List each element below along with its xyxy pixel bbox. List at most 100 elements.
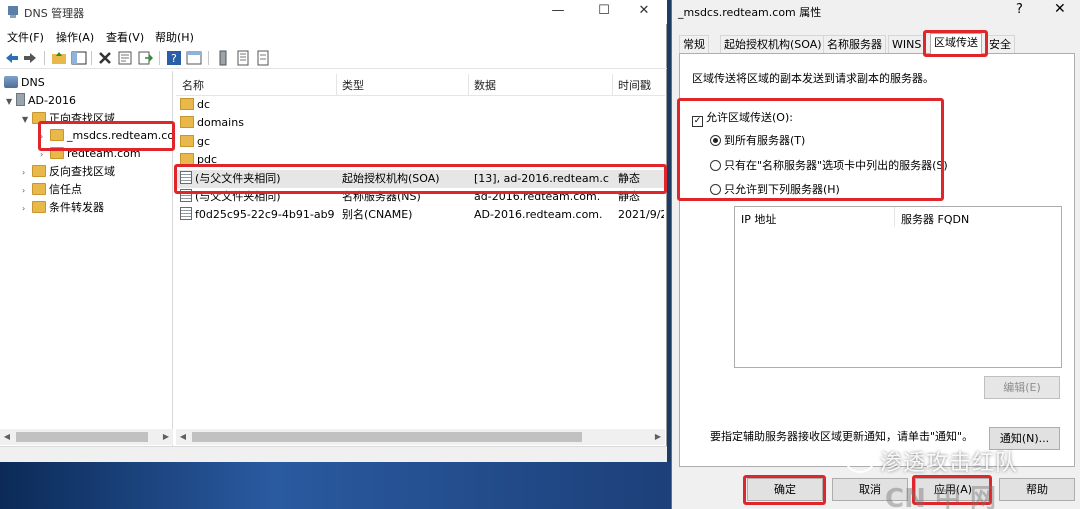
filter-icon[interactable] (255, 50, 271, 66)
column-header-ip[interactable]: IP 地址 (741, 211, 776, 227)
up-folder-icon[interactable] (51, 50, 67, 66)
tab-wins[interactable]: WINS (888, 35, 926, 53)
properties-icon[interactable] (117, 50, 133, 66)
zone-transfer-description: 区域传送将区域的副本发送到请求副本的服务器。 (692, 72, 934, 85)
tree-item-trust-points[interactable]: › 信任点 (22, 181, 82, 198)
column-header-data[interactable]: 数据 (474, 77, 496, 93)
help-icon[interactable]: ? (166, 50, 182, 66)
column-separator[interactable] (468, 74, 469, 96)
menu-help[interactable]: 帮助(H) (155, 29, 194, 45)
dns-manager-window: DNS 管理器 — ☐ ✕ 文件(F) 操作(A) 查看(V) 帮助(H) ? … (0, 0, 667, 462)
expanded-arrow-icon[interactable]: ▼ (22, 111, 32, 128)
menu-action[interactable]: 操作(A) (56, 29, 94, 45)
column-header-type[interactable]: 类型 (342, 77, 364, 93)
checkbox-checked-icon[interactable]: ✓ (692, 116, 703, 127)
tree-item-conditional-forwarders[interactable]: › 条件转发器 (22, 199, 104, 216)
export-icon[interactable] (137, 50, 153, 66)
collapsed-arrow-icon[interactable]: › (22, 182, 32, 199)
ok-button[interactable]: 确定 (747, 478, 823, 501)
scrollbar-thumb[interactable] (16, 432, 148, 442)
scrollbar-thumb[interactable] (192, 432, 582, 442)
collapsed-arrow-icon[interactable]: › (40, 146, 50, 163)
delete-icon[interactable] (97, 50, 113, 66)
dns-icon (4, 76, 18, 88)
table-row-ns[interactable]: (与父文件夹相同) 名称服务器(NS) ad-2016.redteam.com.… (176, 188, 665, 206)
help-question-icon[interactable]: ? (1016, 2, 1023, 17)
list-item-folder[interactable]: dc (176, 96, 665, 114)
scroll-left-icon[interactable]: ◀ (176, 429, 190, 445)
tree-item-dns[interactable]: DNS (4, 74, 45, 91)
tree-item-zone-redteam[interactable]: › redteam.com (40, 145, 141, 162)
server-icon (16, 93, 25, 106)
collapsed-arrow-icon[interactable]: › (22, 164, 32, 181)
radio-selected-icon[interactable] (710, 135, 721, 146)
zone-icon (50, 147, 64, 159)
menu-file[interactable]: 文件(F) (7, 29, 44, 45)
dns-app-icon (8, 6, 18, 18)
list-horizontal-scrollbar[interactable]: ◀ ▶ (176, 429, 665, 445)
radio-unselected-icon[interactable] (710, 160, 721, 171)
wechat-icon (846, 451, 874, 473)
show-tree-icon[interactable] (71, 50, 87, 66)
list-item-folder[interactable]: pdc (176, 151, 665, 169)
back-arrow-icon[interactable] (4, 50, 20, 66)
collapsed-arrow-icon[interactable]: › (40, 128, 50, 145)
tab-soa[interactable]: 起始授权机构(SOA) (720, 35, 826, 53)
tree-item-zone-msdcs[interactable]: › _msdcs.redteam.co (40, 127, 172, 145)
list-item-folder[interactable]: domains (176, 114, 665, 132)
expanded-arrow-icon[interactable]: ▼ (6, 93, 16, 110)
list-item-folder[interactable]: gc (176, 133, 665, 151)
tree-item-forward-zones[interactable]: ▼ 正向查找区域 (22, 110, 115, 127)
help-button[interactable]: 帮助 (999, 478, 1075, 501)
tab-content-zone-transfers: 区域传送将区域的副本发送到请求副本的服务器。 ✓ 允许区域传送(O): 到所有服务… (679, 53, 1075, 467)
dialog-title: _msdcs.redteam.com 属性 (678, 6, 822, 19)
column-separator[interactable] (336, 74, 337, 96)
list-header: 名称 类型 数据 时间戳 (176, 74, 665, 96)
tab-strip: 常规 起始授权机构(SOA) 名称服务器 WINS 区域传送 安全 (679, 33, 1075, 54)
column-header-fqdn[interactable]: 服务器 FQDN (901, 211, 969, 227)
list-view-icon[interactable] (235, 50, 251, 66)
table-row-cname[interactable]: f0d25c95-22c9-4b91-ab9... 别名(CNAME) AD-2… (176, 206, 665, 224)
edit-button[interactable]: 编辑(E) (984, 376, 1060, 399)
dialog-close-button[interactable]: ✕ (1054, 1, 1066, 17)
folder-icon (32, 183, 46, 195)
tab-zone-transfers[interactable]: 区域传送 (930, 33, 982, 54)
watermark-secondary: CN 中 网 (885, 484, 996, 509)
column-header-timestamp[interactable]: 时间戳 (618, 77, 651, 93)
tab-security[interactable]: 安全 (985, 35, 1015, 53)
collapsed-arrow-icon[interactable]: › (22, 200, 32, 217)
column-separator[interactable] (612, 74, 613, 96)
radio-name-servers-only[interactable]: 只有在"名称服务器"选项卡中列出的服务器(S) (710, 157, 948, 173)
table-row-soa[interactable]: (与父文件夹相同) 起始授权机构(SOA) [13], ad-2016.redt… (176, 170, 665, 188)
radio-all-servers[interactable]: 到所有服务器(T) (710, 132, 805, 148)
radio-unselected-icon[interactable] (710, 184, 721, 195)
tab-general[interactable]: 常规 (679, 35, 709, 53)
tree-item-server[interactable]: ▼ AD-2016 (6, 92, 76, 109)
records-list-pane: 名称 类型 数据 时间戳 dc domains gc pdc (与父文件夹相同)… (176, 71, 665, 446)
scroll-right-icon[interactable]: ▶ (651, 429, 665, 445)
allow-zone-transfer-checkbox[interactable]: ✓ 允许区域传送(O): (692, 109, 793, 127)
radio-listed-servers[interactable]: 只允许到下列服务器(H) (710, 181, 840, 197)
toolbar-separator (44, 51, 45, 65)
server-ip-list[interactable]: IP 地址 服务器 FQDN (734, 206, 1062, 368)
status-bar (0, 446, 667, 462)
record-icon (180, 207, 192, 220)
close-button[interactable]: ✕ (621, 0, 667, 24)
title-bar[interactable]: DNS 管理器 — ☐ ✕ (0, 0, 667, 24)
tree-item-reverse-zones[interactable]: › 反向查找区域 (22, 163, 115, 180)
menu-view[interactable]: 查看(V) (106, 29, 144, 45)
forward-arrow-icon[interactable] (22, 50, 38, 66)
tree-horizontal-scrollbar[interactable]: ◀ ▶ (0, 429, 173, 445)
server-icon[interactable] (215, 50, 231, 66)
folder-icon (180, 153, 194, 165)
zone-properties-dialog: _msdcs.redteam.com 属性 ? ✕ 常规 起始授权机构(SOA)… (671, 0, 1080, 509)
tree-pane: DNS ▼ AD-2016 ▼ 正向查找区域 › _msdcs.redteam.co … (0, 71, 173, 446)
minimize-button[interactable]: — (535, 0, 581, 24)
scroll-right-icon[interactable]: ▶ (159, 429, 173, 445)
column-header-name[interactable]: 名称 (182, 77, 204, 93)
console-icon[interactable] (186, 50, 202, 66)
scroll-left-icon[interactable]: ◀ (0, 429, 14, 445)
folder-icon (180, 98, 194, 110)
tab-name-servers[interactable]: 名称服务器 (823, 35, 886, 53)
column-separator[interactable] (894, 207, 895, 227)
